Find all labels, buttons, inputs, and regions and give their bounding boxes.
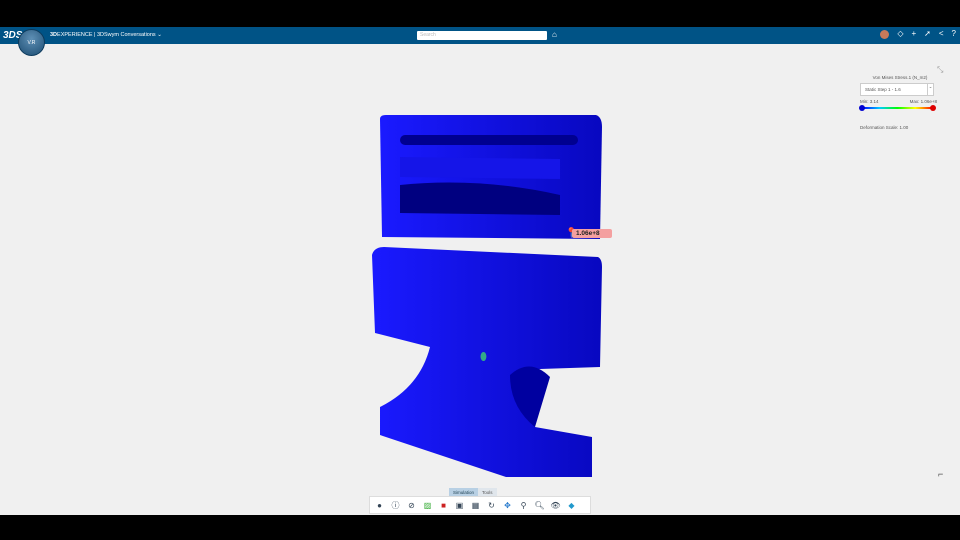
app-title-bold: 3D bbox=[50, 32, 58, 38]
legend-min: Min: 3.14 bbox=[860, 99, 879, 104]
legend-title: Von Mises Stress.1 (N_m2) bbox=[872, 75, 928, 80]
info-icon[interactable]: ⓘ bbox=[390, 500, 401, 511]
legend-max: Max: 1.06e+8 bbox=[909, 99, 937, 104]
pan-icon[interactable]: ✥ bbox=[502, 501, 513, 510]
zoom-area-icon[interactable]: ⚲ bbox=[518, 501, 529, 510]
max-handle[interactable] bbox=[930, 105, 936, 111]
chevron-down-icon: ⌄ bbox=[157, 32, 162, 38]
display-icon[interactable]: ■ bbox=[438, 501, 449, 510]
view-cube-icon[interactable]: ◆ bbox=[566, 501, 577, 510]
context-menu[interactable]: Conversations bbox=[121, 32, 156, 38]
action-bar: ● ⓘ ⊘ ▨ ■ ▣ ▦ ↻ ✥ ⚲ 🔍︎ 👁︎ ◆ bbox=[369, 496, 591, 514]
results-icon[interactable]: ▦ bbox=[470, 501, 481, 510]
record-icon[interactable]: ● bbox=[374, 501, 385, 510]
add-icon[interactable]: + bbox=[912, 29, 917, 39]
compass-widget[interactable]: V.R bbox=[18, 29, 45, 56]
network-icon[interactable]: < bbox=[939, 29, 944, 39]
step-select[interactable]: Static Step 1 - 1.6 ⌄ bbox=[860, 83, 934, 96]
contour-plot-icon[interactable]: ▨ bbox=[422, 501, 433, 510]
color-scale[interactable] bbox=[859, 105, 936, 111]
help-icon[interactable]: ? bbox=[952, 29, 956, 39]
hide-icon[interactable]: ⊘ bbox=[406, 501, 417, 510]
top-bar: 3DS 3DEXPERIENCE | 3DSwym Conversations … bbox=[0, 27, 960, 44]
view-icon[interactable]: 👁︎ bbox=[550, 501, 561, 510]
zoom-icon[interactable]: 🔍︎ bbox=[534, 501, 545, 510]
search-input[interactable]: Search bbox=[417, 31, 547, 40]
axis-triad-icon: ⌐ bbox=[938, 469, 944, 479]
avatar[interactable] bbox=[880, 30, 890, 39]
rotate-icon[interactable]: ↻ bbox=[486, 501, 497, 510]
app-name: EXPERIENCE | 3DSwym bbox=[57, 32, 119, 38]
sensor-icon[interactable]: ▣ bbox=[454, 501, 465, 510]
min-handle[interactable] bbox=[859, 105, 865, 111]
app-window: 3DS 3DEXPERIENCE | 3DSwym Conversations … bbox=[0, 27, 960, 515]
app-title[interactable]: 3DEXPERIENCE | 3DSwym Conversations ⌄ bbox=[50, 32, 162, 38]
chevron-down-icon: ⌄ bbox=[927, 84, 933, 95]
buckle-model[interactable] bbox=[360, 107, 620, 477]
share-icon[interactable]: ➚ bbox=[924, 29, 931, 39]
legend-panel: Von Mises Stress.1 (N_m2) Static Step 1 … bbox=[855, 75, 945, 130]
notification-icon[interactable]: ◇ bbox=[897, 29, 903, 39]
max-value-label[interactable]: 1.06e+8 bbox=[572, 229, 612, 238]
tag-icon[interactable]: ⌂ bbox=[552, 30, 557, 39]
min-marker-icon[interactable]: ⬮ bbox=[480, 351, 487, 364]
step-select-value: Static Step 1 - 1.6 bbox=[865, 87, 901, 92]
expand-icon[interactable]: ⤡ bbox=[937, 65, 943, 75]
deformation-scale: Deformation Scale: 1.00 bbox=[860, 125, 909, 130]
